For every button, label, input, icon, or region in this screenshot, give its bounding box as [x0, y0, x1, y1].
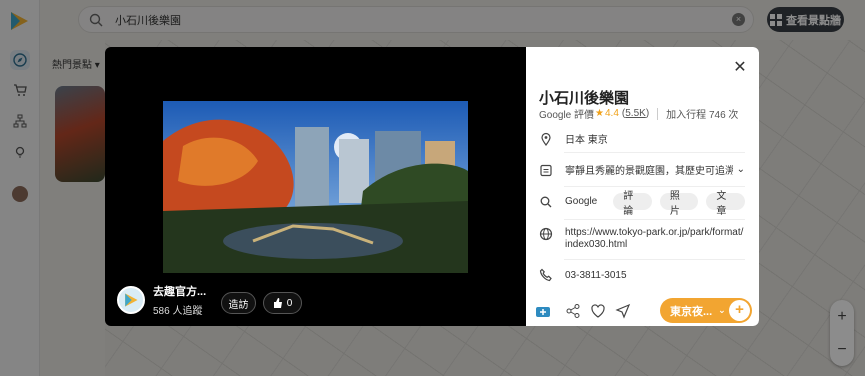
star-icon: ★: [595, 108, 604, 119]
heart-icon[interactable]: [590, 303, 606, 319]
review-count-link[interactable]: 5.5K: [625, 108, 646, 119]
chevron-down-icon[interactable]: ⌄: [718, 305, 726, 316]
description-text: 寧靜且秀麗的景觀庭園，其歷史可追溯...: [565, 166, 733, 177]
website-link[interactable]: https://www.tokyo-park.or.jp/park/format…: [565, 227, 745, 251]
plus-icon[interactable]: +: [729, 300, 750, 321]
rating-source: Google 評價: [539, 110, 595, 121]
visit-button[interactable]: 造訪: [221, 292, 256, 314]
rating-row: Google 評價 ★ 4.4 (5.5K) 加入行程 746 次: [539, 107, 739, 121]
added-count: 加入行程 746 次: [666, 110, 739, 121]
place-detail-panel: ✕ 小石川後樂園 Google 評價 ★ 4.4 (5.5K) 加入行程 746…: [526, 47, 759, 326]
author-info[interactable]: 去趣官方... 586 人追蹤: [117, 283, 206, 317]
send-icon[interactable]: [615, 303, 631, 319]
description-row[interactable]: 寧靜且秀麗的景觀庭園，其歷史可追溯... ⌄: [539, 162, 745, 177]
add-to-trip-button[interactable]: 東京夜... ⌄ +: [660, 298, 752, 323]
place-title: 小石川後樂園: [539, 90, 630, 107]
website-row[interactable]: https://www.tokyo-park.or.jp/park/format…: [539, 227, 745, 251]
location-row: 日本 東京: [539, 131, 745, 146]
phone-icon: [539, 268, 552, 282]
place-photo[interactable]: [163, 101, 468, 273]
phone-text: 03-3811-3015: [565, 269, 627, 281]
phone-row[interactable]: 03-3811-3015: [539, 268, 745, 282]
globe-icon: [539, 227, 553, 241]
search-small-icon: [540, 196, 552, 207]
rating-value: 4.4: [605, 108, 619, 119]
google-articles-tag[interactable]: 文章: [706, 191, 745, 217]
divider: [564, 259, 745, 260]
google-photos-tag[interactable]: 照片: [659, 191, 699, 217]
place-modal: 去趣官方... 586 人追蹤 造訪 0 ✕ 小石川後樂園 Google 評價 …: [105, 47, 759, 326]
chevron-down-icon[interactable]: ⌄: [737, 164, 745, 175]
pin-icon: [541, 132, 551, 146]
location-text: 日本 東京: [565, 135, 608, 146]
calendar-icon: [540, 164, 552, 176]
trip-label: 東京夜...: [670, 305, 713, 318]
add-photo-icon[interactable]: [535, 303, 551, 319]
visit-label: 造訪: [228, 299, 249, 311]
author-followers: 586 人追蹤: [153, 306, 203, 317]
google-reviews-tag[interactable]: 評論: [613, 191, 652, 217]
share-icon[interactable]: [565, 303, 581, 319]
author-name: 去趣官方...: [153, 286, 207, 298]
like-count: 0: [286, 297, 293, 309]
divider: [564, 219, 745, 220]
author-avatar: [117, 286, 145, 314]
divider: [564, 152, 745, 153]
like-button[interactable]: 0: [263, 292, 302, 314]
rating-divider: [657, 107, 659, 120]
google-label: Google: [565, 196, 598, 207]
google-row: Google 評論 照片 文章: [539, 191, 745, 217]
thumb-up-icon: [273, 298, 282, 308]
close-icon[interactable]: ✕: [733, 60, 747, 76]
